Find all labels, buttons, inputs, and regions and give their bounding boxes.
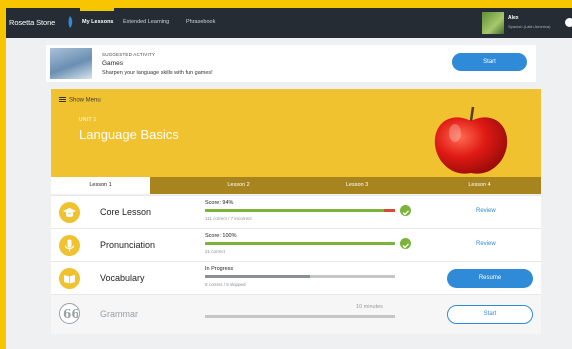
check-icon — [400, 238, 411, 249]
resume-button[interactable]: Resume — [447, 269, 533, 288]
quote-icon: 66 — [59, 303, 80, 324]
lesson-status: In Progress — [205, 266, 234, 272]
unit-banner: Show Menu UNIT 1 Language Basics — [51, 89, 541, 177]
lesson-name: Core Lesson — [100, 207, 152, 217]
lesson-detail: 8 correct / 8 skipped — [205, 282, 246, 287]
check-icon — [400, 205, 411, 216]
start-lesson-button[interactable]: Start — [447, 305, 533, 324]
book-icon — [59, 268, 80, 289]
hamburger-icon — [59, 97, 66, 102]
top-nav: Rosetta Stone My Lessons Extended Learni… — [6, 8, 572, 38]
lesson-row-pronunciation: Pronunciation Score: 100% 21 correct Rev… — [51, 228, 541, 261]
lesson-row-vocabulary: Vocabulary In Progress 8 correct / 8 ski… — [51, 261, 541, 294]
lesson-row-grammar: 66 Grammar 10 minutes Start — [51, 294, 541, 334]
graduation-cap-icon — [59, 202, 80, 223]
games-thumbnail — [50, 48, 92, 79]
apple-image — [434, 106, 508, 174]
user-course: Spanish (Latin America) — [508, 24, 551, 29]
suggested-start-button[interactable]: Start — [452, 53, 527, 71]
app-frame: Rosetta Stone My Lessons Extended Learni… — [6, 8, 572, 349]
active-nav-indicator — [80, 8, 114, 11]
review-button[interactable]: Review — [476, 241, 496, 247]
lesson-duration: 10 minutes — [356, 304, 383, 310]
unit-label: UNIT 1 — [79, 117, 97, 123]
lesson-score: Score: 94% — [205, 200, 234, 206]
lesson-name: Grammar — [100, 309, 138, 319]
svg-text:66: 66 — [63, 307, 78, 321]
suggested-activity-card: SUGGESTED ACTIVITY Games Sharpen your la… — [46, 45, 536, 82]
lesson-detail: 21 correct — [205, 249, 226, 254]
lesson-score: Score: 100% — [205, 233, 237, 239]
progress-fill — [205, 209, 384, 212]
suggested-kicker: SUGGESTED ACTIVITY — [102, 52, 156, 57]
stone-logo-icon — [68, 16, 73, 28]
suggested-title: Games — [102, 60, 123, 67]
show-menu-label: Show Menu — [69, 97, 101, 104]
review-button[interactable]: Review — [476, 208, 496, 214]
lesson-tabs: Lesson 1 Lesson 2 Lesson 3 Lesson 4 — [51, 177, 541, 194]
nav-extended-learning[interactable]: Extended Learning — [123, 19, 169, 25]
lesson-name: Pronunciation — [100, 240, 156, 250]
incorrect-fill — [383, 209, 395, 212]
progress-bar — [205, 275, 395, 278]
tab-lesson-4[interactable]: Lesson 4 — [418, 177, 541, 194]
progress-bar — [205, 242, 395, 245]
lesson-detail: 111 correct / 7 incorrect — [205, 216, 252, 221]
suggested-subtitle: Sharpen your language skills with fun ga… — [102, 70, 213, 76]
settings-icon[interactable] — [565, 18, 572, 27]
lesson-name: Vocabulary — [100, 273, 145, 283]
show-menu-button[interactable]: Show Menu — [59, 97, 101, 104]
avatar[interactable] — [482, 12, 504, 34]
nav-my-lessons[interactable]: My Lessons — [82, 19, 113, 25]
nav-phrasebook[interactable]: Phrasebook — [186, 19, 215, 25]
progress-fill — [205, 242, 395, 245]
tab-lesson-1[interactable]: Lesson 1 — [51, 177, 150, 194]
user-name[interactable]: Alex — [508, 15, 519, 21]
microphone-icon — [59, 235, 80, 256]
progress-bar — [205, 315, 395, 318]
progress-bar — [205, 209, 395, 212]
lesson-row-core: Core Lesson Score: 94% 111 correct / 7 i… — [51, 195, 541, 228]
brand-logo: Rosetta Stone — [9, 18, 56, 27]
tab-lesson-3[interactable]: Lesson 3 — [296, 177, 418, 194]
progress-fill — [205, 275, 310, 278]
unit-title: Language Basics — [79, 127, 179, 142]
tab-lesson-2[interactable]: Lesson 2 — [181, 177, 296, 194]
